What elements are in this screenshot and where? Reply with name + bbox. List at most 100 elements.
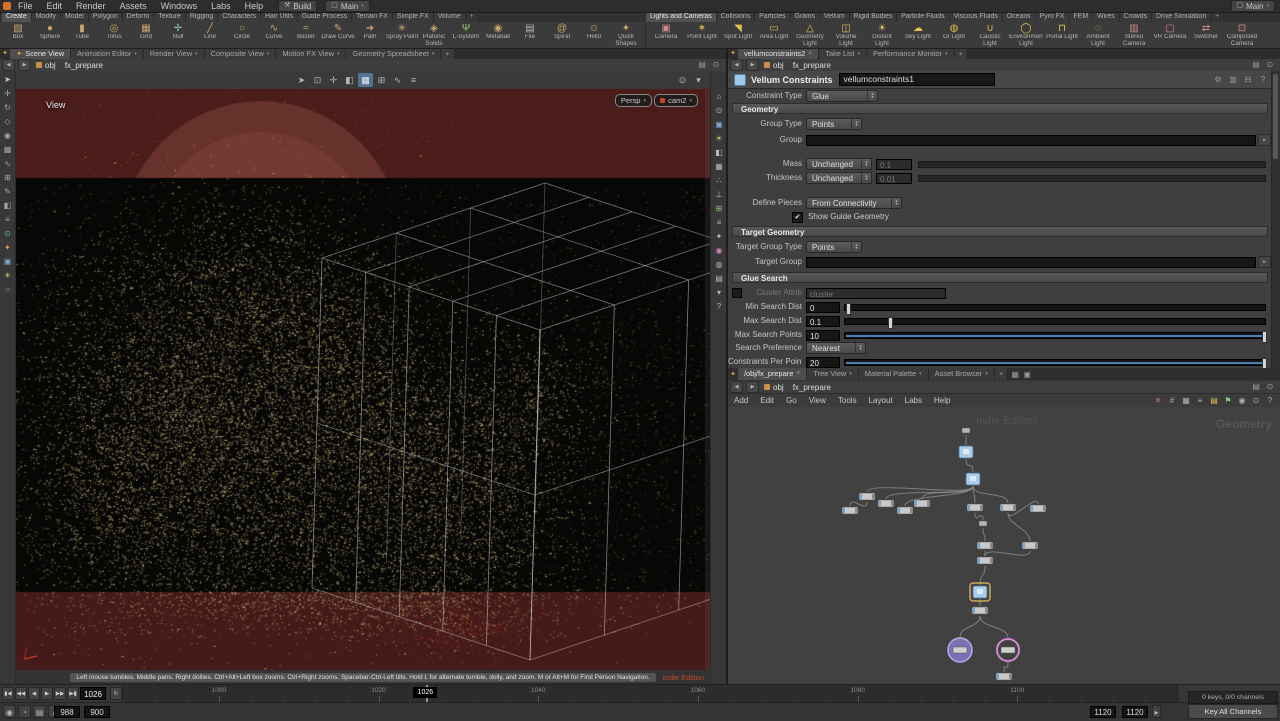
shelf-tool-gi-light[interactable]: ◍GI Light — [936, 22, 972, 47]
global-end-field[interactable]: 1120 — [1122, 706, 1148, 718]
pane-pin-icon[interactable]: ✦ — [728, 370, 738, 380]
lasso-pick-icon[interactable]: ▦ — [358, 73, 373, 87]
sheet-icon[interactable]: ▤ — [1209, 396, 1219, 406]
network-menu-go[interactable]: Go — [780, 394, 803, 407]
network-menu-edit[interactable]: Edit — [754, 394, 780, 407]
help-icon[interactable]: ? — [1258, 75, 1268, 85]
shelf-tool-file[interactable]: ▤File — [514, 22, 546, 47]
field-menu-icon[interactable]: ▸ — [1258, 256, 1271, 268]
field-menu-icon[interactable]: ▸ — [1258, 134, 1271, 146]
layout-icon[interactable]: ▦ — [1010, 370, 1020, 380]
shelf-tool-metaball[interactable]: ◉Metaball — [482, 22, 514, 47]
snapshot-icon[interactable]: ◉ — [1237, 396, 1247, 406]
points-display-icon[interactable]: ∴ — [713, 175, 725, 187]
menu-windows[interactable]: Windows — [154, 0, 205, 12]
network-menu-tools[interactable]: Tools — [832, 394, 863, 407]
shelf-tool-environment-light[interactable]: ◯Environment Light — [1008, 22, 1044, 47]
shelf-tool-ambient-light[interactable]: ◌Ambient Light — [1080, 22, 1116, 47]
shelf-tab-add[interactable]: + — [1211, 12, 1224, 22]
paint-tool-icon[interactable]: ✎ — [2, 186, 14, 198]
pane-tab-geometry-spreadsheet[interactable]: Geometry Spreadsheet▾ — [346, 49, 441, 59]
network-node-8[interactable] — [967, 504, 983, 511]
range-stepper-icon[interactable]: ▸ — [1152, 705, 1161, 718]
link-icon[interactable]: ⊙ — [1265, 60, 1275, 70]
shelf-tab-model[interactable]: Model — [61, 12, 89, 22]
network-node-11[interactable] — [979, 521, 987, 526]
grid-toggle-icon[interactable]: ⊞ — [713, 203, 725, 215]
shelf-tool-spiral[interactable]: @Spiral — [546, 22, 578, 47]
pane-tab-render-view[interactable]: Render View▾ — [144, 49, 205, 59]
shelf-tool-path[interactable]: ➔Path — [354, 22, 386, 47]
network-node-18[interactable] — [997, 639, 1019, 661]
snapshot-icon[interactable]: ✦ — [713, 231, 725, 243]
network-node-17[interactable] — [948, 638, 972, 662]
camera-select-button[interactable]: cam2 ▾ — [654, 94, 698, 107]
path-segment-fx-prepare[interactable]: fx_prepare — [789, 61, 835, 70]
background-icon[interactable]: ▤ — [713, 273, 725, 285]
gear-icon[interactable]: ⚙ — [1213, 75, 1223, 85]
shelf-tool-caustic-light[interactable]: ∪Caustic Light — [972, 22, 1008, 47]
network-node-4[interactable] — [842, 507, 858, 514]
dropdown-mass[interactable]: Unchanged▲▼ — [806, 158, 872, 170]
loop-button[interactable]: ↻ — [110, 687, 122, 700]
global-animation-icon[interactable]: ◉ — [3, 705, 16, 718]
shelf-tab-guide-process[interactable]: Guide Process — [298, 12, 352, 22]
pane-tab-add[interactable]: + — [441, 49, 454, 59]
wrench-icon[interactable]: # — [1167, 396, 1177, 406]
slider-max-search-points[interactable] — [844, 332, 1266, 339]
shelf-tool-null[interactable]: ✛Null — [162, 22, 194, 47]
network-node-16[interactable] — [972, 607, 988, 614]
shelf-tool-point-light[interactable]: ✶Point Light — [684, 22, 720, 47]
dropdown-constraint-type[interactable]: Glue▲▼ — [806, 90, 878, 102]
pane-tab-obj-fx-prepare[interactable]: /obj/fx_prepare× — [738, 368, 807, 380]
back-button[interactable]: ◀ — [730, 59, 743, 71]
menu-edit[interactable]: Edit — [40, 0, 70, 12]
shelf-tab-lights-and-cameras[interactable]: Lights and Cameras — [646, 12, 717, 22]
visibility-icon[interactable]: ◍ — [713, 259, 725, 271]
shelf-tab-deform[interactable]: Deform — [123, 12, 155, 22]
network-editor[interactable]: Indie Edition Geometry — [728, 407, 1280, 684]
shelf-tool-distant-light[interactable]: ☀Distant Light — [864, 22, 900, 47]
rotate-tool-icon[interactable]: ↻ — [2, 102, 14, 114]
realtime-toggle-icon[interactable]: ◔ — [18, 705, 31, 718]
back-button[interactable]: ◀ — [730, 381, 743, 393]
shelf-tab-particles[interactable]: Particles — [755, 12, 790, 22]
shelf-tool-l-system[interactable]: ΨL-System — [450, 22, 482, 47]
lighting-icon[interactable]: ☀ — [713, 133, 725, 145]
shelf-tool-grid[interactable]: ▦Grid — [130, 22, 162, 47]
network-menu-add[interactable]: Add — [728, 394, 754, 407]
jump-start-button[interactable]: ▮◀ — [2, 687, 14, 700]
network-node-3[interactable] — [859, 493, 875, 500]
shelf-tool-line[interactable]: ╱Line — [194, 22, 226, 47]
scene-viewport[interactable]: View Persp ▾ cam2 ▾ — [16, 89, 710, 670]
shelf-tool-spot-light[interactable]: ◥Spot Light — [720, 22, 756, 47]
pick-options-icon[interactable]: ≡ — [406, 73, 421, 87]
shelf-tab-drive-simulation[interactable]: Drive Simulation — [1152, 12, 1211, 22]
shelf-tool-circle[interactable]: ○Circle — [226, 22, 258, 47]
network-node-9[interactable] — [1000, 504, 1016, 511]
shelf-tool-stereo-camera[interactable]: ▥Stereo Camera — [1116, 22, 1152, 47]
grid-icon[interactable]: ▦ — [1181, 396, 1191, 406]
search-icon[interactable]: ⊙ — [1251, 396, 1261, 406]
network-node-15[interactable] — [970, 583, 990, 601]
network-node-13[interactable] — [1022, 542, 1038, 549]
flag-icon[interactable]: ⚑ — [1223, 396, 1233, 406]
forward-button[interactable]: ▶ — [746, 381, 759, 393]
shelf-tool-box[interactable]: ▧Box — [2, 22, 34, 47]
current-frame-field[interactable]: 1026 — [80, 687, 106, 700]
path-segment-obj[interactable]: obj — [760, 383, 788, 392]
soft-pick-icon[interactable]: ∿ — [390, 73, 405, 87]
shelf-tool-curve[interactable]: ∿Curve — [258, 22, 290, 47]
network-menu-view[interactable]: View — [803, 394, 832, 407]
shelf-tab-create[interactable]: Create — [2, 12, 32, 22]
field-target-group[interactable] — [806, 257, 1256, 268]
persp-view-button[interactable]: Persp ▾ — [615, 94, 652, 107]
checkbox-show-guide-geometry[interactable]: ✔ — [792, 212, 803, 223]
close-tab-icon[interactable]: × — [808, 49, 812, 59]
pane-tab-scene-view[interactable]: ✦Scene View — [10, 49, 71, 59]
handle-icon[interactable]: ✛ — [326, 73, 341, 87]
shelf-tool-sky-light[interactable]: ☁Sky Light — [900, 22, 936, 47]
pane-tab-animation-editor[interactable]: Animation Editor▾ — [71, 49, 144, 59]
shelf-tab-rigid-bodies[interactable]: Rigid Bodies — [850, 12, 898, 22]
menu-file[interactable]: File — [11, 0, 40, 12]
